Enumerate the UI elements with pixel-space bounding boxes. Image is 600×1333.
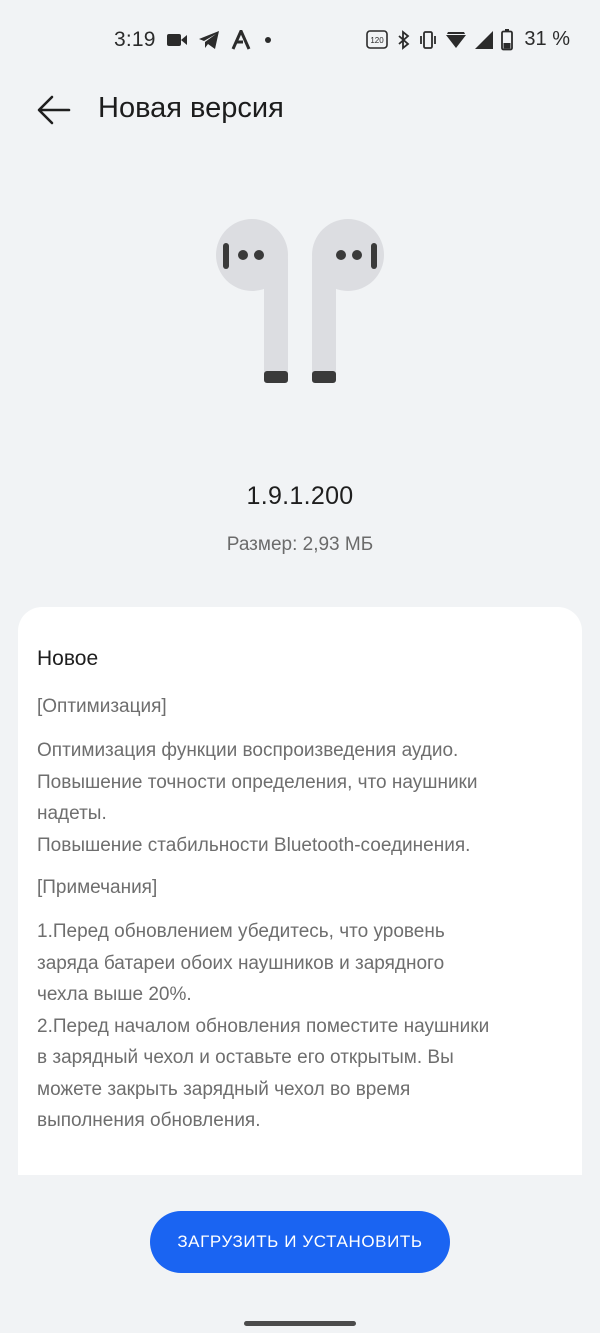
release-notes-card[interactable]: Новое [Оптимизация] Оптимизация функции … — [18, 607, 582, 1175]
notes-line: 1.Перед обновлением убедитесь, что урове… — [37, 921, 445, 942]
earbuds-icon — [214, 217, 386, 387]
notes-line: надеты. — [37, 803, 107, 824]
version-number: 1.9.1.200 — [246, 482, 354, 510]
status-time: 3:19 — [114, 28, 156, 51]
status-bar-left: 3:19 — [114, 28, 274, 52]
update-size: Размер: 2,93 МБ — [226, 534, 374, 555]
screen: 3:19 120 31 % Новая версия 1.9.1.200 Раз… — [0, 0, 600, 1333]
notes-line: Повышение точности определения, что науш… — [37, 771, 478, 793]
video-camera-icon — [166, 32, 188, 48]
app-header: Новая версия — [0, 80, 600, 140]
vibrate-icon — [418, 30, 438, 50]
dot-icon — [262, 34, 274, 46]
notes-line: чехла выше 20%. — [37, 984, 192, 1005]
app-a-icon — [230, 30, 252, 50]
wifi-icon — [445, 30, 467, 50]
page-title: Новая версия — [98, 92, 284, 124]
notes-section-title: [Примечания] — [37, 877, 158, 898]
notes-line: Оптимизация функции воспроизведения ауди… — [37, 740, 459, 761]
notes-item: 1.Перед обновлением убедитесь, что урове… — [37, 916, 564, 1011]
notes-line: Повышение стабильности Bluetooth-соедине… — [37, 834, 471, 856]
notes-item: 2.Перед началом обновления поместите нау… — [37, 1011, 564, 1137]
download-install-button[interactable]: ЗАГРУЗИТЬ И УСТАНОВИТЬ — [150, 1211, 450, 1273]
notes-line: выполнения обновления. — [37, 1110, 261, 1131]
home-indicator[interactable] — [244, 1321, 356, 1326]
notes-line: заряда батареи обоих наушников и зарядно… — [37, 952, 445, 974]
battery-percentage: 31 % — [524, 28, 570, 50]
notes-item: Повышение стабильности Bluetooth-соедине… — [37, 830, 564, 862]
telegram-icon — [198, 30, 220, 50]
notes-item: Оптимизация функции воспроизведения ауди… — [37, 735, 564, 767]
notes-section-title: [Оптимизация] — [37, 696, 167, 717]
notes-line: в зарядный чехол и оставьте его открытым… — [37, 1047, 454, 1068]
status-bar-right: 120 31 % — [366, 28, 570, 51]
bluetooth-icon — [397, 29, 411, 50]
refresh-rate-120-icon: 120 — [366, 29, 390, 50]
signal-icon — [474, 30, 494, 50]
notes-heading: Новое — [37, 647, 99, 670]
refresh-rate-label: 120 — [371, 36, 385, 45]
notes-line: можете закрыть зарядный чехол во время — [37, 1078, 411, 1100]
arrow-left-icon — [37, 95, 71, 125]
back-button[interactable] — [30, 88, 78, 132]
notes-item: Повышение точности определения, что науш… — [37, 767, 564, 830]
status-bar: 3:19 120 31 % — [0, 22, 600, 58]
notes-line: 2.Перед началом обновления поместите нау… — [37, 1015, 490, 1037]
notes-spacer — [37, 861, 564, 872]
battery-icon — [501, 28, 514, 51]
